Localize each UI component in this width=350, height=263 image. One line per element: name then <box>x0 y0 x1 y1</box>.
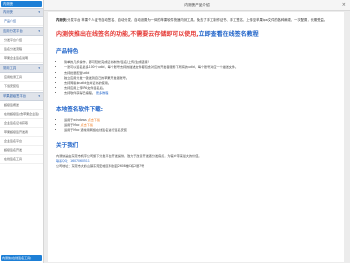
about-section: 内测侠是由东莞市帆宇公司旗下分发平台开发提供，致力于改善开发者分发痛点，为客户带… <box>56 154 336 168</box>
features-list: 简单的几步操作，即可轻松完成证书制作/签名/上传/生成链接! 一张可以签名最多1… <box>56 60 336 96</box>
sidebar-section-label: 常用工具 <box>3 66 17 70</box>
download-list: 适用于windows 点击下载 适用于Mac 点击下载 适用于Mac 通常用网络… <box>56 118 336 134</box>
sidebar-item[interactable]: 苹果企业签名说明 <box>0 54 43 63</box>
about-heading: 关于我们 <box>56 143 79 150</box>
sidebar-item[interactable]: 超级签名开发 <box>0 146 43 155</box>
sidebar-item[interactable]: 苹果超级签开发者 <box>0 128 43 137</box>
sidebar-item[interactable]: 企业签名平台 <box>0 137 43 146</box>
sidebar-item[interactable]: 下载安装包 <box>0 82 43 91</box>
sidebar-header[interactable]: 内测侠 <box>1 1 42 7</box>
sidebar-item[interactable]: 签名分发流程 <box>0 45 43 54</box>
sidebar-section-label: 苹果超级签平台 <box>3 94 27 98</box>
sidebar-item[interactable]: 分发平台介绍 <box>0 36 43 45</box>
list-item: 支持软件获得已编程。 更多教程 <box>64 91 336 96</box>
intro-text: (分发平台 苹果个人证书自动签名、自动分发、自动设置为一体的苹果软件快速内测工具… <box>65 18 328 22</box>
sidebar-item-product-intro[interactable]: 产品介绍 <box>0 17 43 26</box>
features-heading: 产品特色 <box>56 49 79 56</box>
page-title: 内测侠产品介绍 <box>184 3 210 7</box>
app-window: 内测侠 内测侠 ▾ 产品介绍 应用分发平台 ▾ 分发平台介绍 签名分发流程 苹果企业… <box>0 0 350 263</box>
sidebar-section-distribution[interactable]: 应用分发平台 ▾ <box>0 27 43 36</box>
sidebar-item[interactable]: 在线超级签(含苹果企业签) <box>0 110 43 119</box>
sidebar-item[interactable]: 应用检测工具 <box>0 73 43 82</box>
sidebar-section-label: 应用分发平台 <box>3 29 23 33</box>
main-content: 内测侠(分发平台 苹果个人证书自动签名、自动分发、自动设置为一体的苹果软件快速内… <box>48 12 344 262</box>
top-bar: 内测侠产品介绍 × <box>44 0 350 11</box>
intro-paragraph: 内测侠(分发平台 苹果个人证书自动签名、自动分发、自动设置为一体的苹果软件快速内… <box>56 18 336 23</box>
download-label: 适用于Mac <box>64 122 80 127</box>
download-windows-link[interactable]: 点击下载 <box>88 118 100 122</box>
intro-brand: 内测侠 <box>56 18 66 22</box>
list-item-text: 支持软件获得已编程。 <box>64 91 95 96</box>
sidebar-section-tools[interactable]: 常用工具 ▾ <box>0 64 43 73</box>
announcement-text: 内测侠推出在线签名的功能,不需要云存储即可以使用, <box>56 31 199 39</box>
announcement: 内测侠推出在线签名的功能,不需要云存储即可以使用,立即查看在线签名教程 <box>56 29 336 38</box>
sidebar-item[interactable]: 在线签名工具 <box>0 155 43 164</box>
chevron-down-icon: ▾ <box>38 94 40 98</box>
download-label: 适用于windows <box>64 117 87 122</box>
list-item: 适用于Mac 通常用网络在线签名进行签名安装 <box>64 128 336 133</box>
sidebar-section-super-sign[interactable]: 苹果超级签平台 ▾ <box>0 92 43 101</box>
chevron-down-icon: ▾ <box>38 66 40 70</box>
chevron-down-icon: ▾ <box>38 29 40 33</box>
download-mac-link[interactable]: 点击下载 <box>81 123 93 127</box>
sidebar-section-neicexia[interactable]: 内测侠 ▾ <box>0 8 43 17</box>
chevron-down-icon: ▾ <box>38 10 40 14</box>
download-label: 适用于Mac 通常用网络在线签名进行签名安装 <box>64 128 127 133</box>
close-icon[interactable]: × <box>342 0 346 10</box>
sidebar-item[interactable]: 企业签名证书获取 <box>0 119 43 128</box>
company-address: 公司地址：东莞市大岭山镇东莞宏峰区科创园2608楼C栋2层7号 <box>56 163 145 168</box>
sidebar-item[interactable]: 超级签概述 <box>0 101 43 110</box>
sidebar: 内测侠 内测侠 ▾ 产品介绍 应用分发平台 ▾ 分发平台介绍 签名分发流程 苹果企业… <box>0 0 44 263</box>
sidebar-section-label: 内测侠 <box>3 10 13 14</box>
more-tutorials-link[interactable]: 更多教程 <box>96 91 108 95</box>
sidebar-bottom-button[interactable]: 内测侠(在线签名工具) <box>1 255 42 261</box>
tutorial-link[interactable]: 立即查看在线签名教程 <box>199 31 259 38</box>
download-heading: 本地签名软件下载: <box>56 106 103 113</box>
